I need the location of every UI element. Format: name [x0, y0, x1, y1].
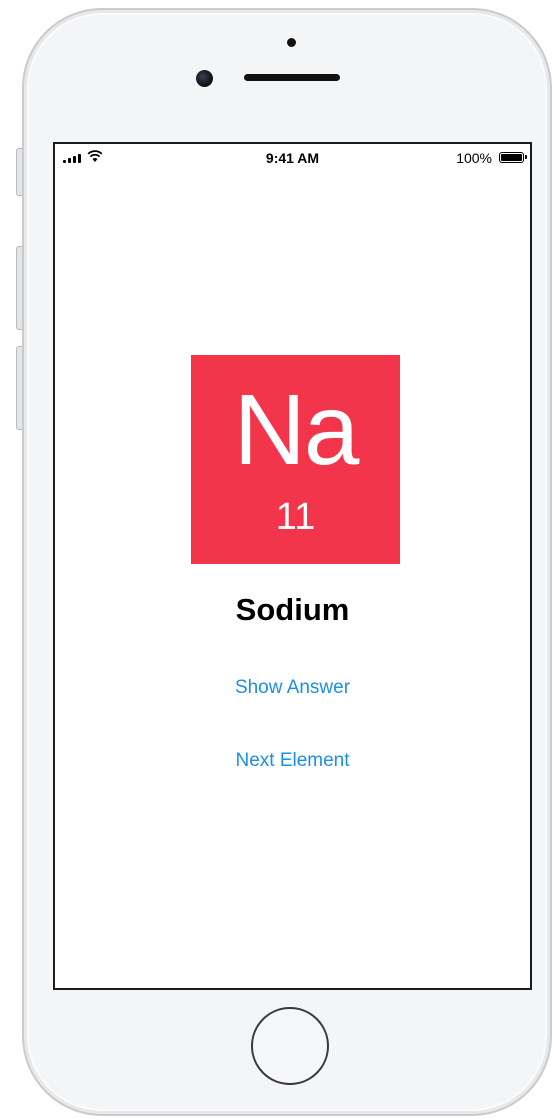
show-answer-button[interactable]: Show Answer [55, 677, 530, 699]
earpiece-speaker [244, 74, 340, 81]
battery-fill [501, 154, 522, 161]
atomic-number: 11 [275, 496, 316, 538]
battery-percentage: 100% [456, 150, 492, 166]
front-camera-icon [196, 70, 213, 87]
proximity-sensor [287, 38, 296, 47]
element-symbol: Na [233, 374, 360, 486]
device-frame: 9:41 AM 100% Na 11 Sodium Show Answer Ne… [0, 0, 552, 1119]
element-name: Sodium [235, 592, 350, 627]
battery-nub [525, 155, 527, 159]
battery-icon [499, 152, 527, 163]
element-tile: Na 11 [191, 355, 400, 564]
status-bar: 9:41 AM 100% [55, 144, 530, 172]
next-element-button[interactable]: Next Element [55, 750, 530, 772]
screen: 9:41 AM 100% Na 11 Sodium Show Answer Ne… [53, 142, 532, 990]
home-button[interactable] [251, 1007, 329, 1085]
